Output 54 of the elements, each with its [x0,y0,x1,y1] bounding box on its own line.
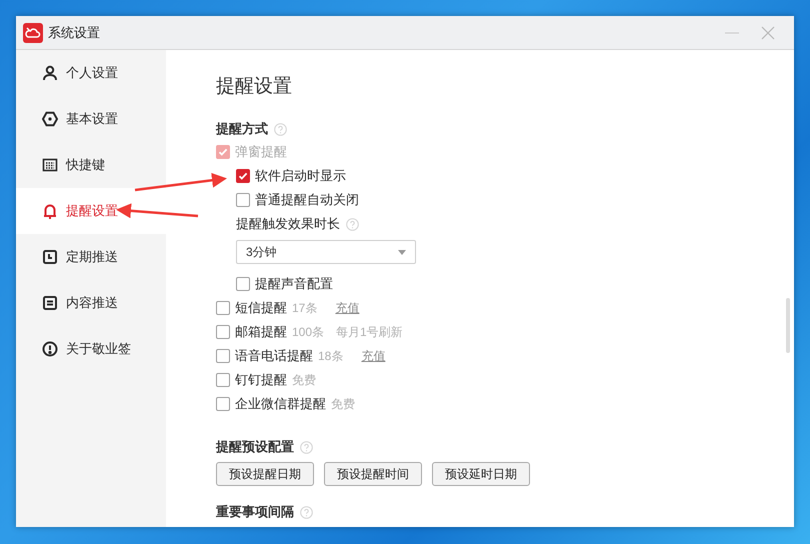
hexagon-icon [42,111,58,127]
window-title: 系统设置 [48,24,100,42]
sidebar-item[interactable]: 快捷键 [16,142,166,188]
checkbox-label: 语音电话提醒 [235,347,313,366]
document-icon [42,295,58,311]
section-title: 重要事项间隔 [216,503,294,522]
info-icon [42,341,58,357]
quota-text: 免费 [292,372,316,389]
checkbox[interactable] [216,301,230,315]
sidebar-item[interactable]: 定期推送 [16,234,166,280]
checkbox-label: 提醒声音配置 [255,275,333,294]
quota-text: 18条 [318,348,344,365]
checkbox[interactable] [216,349,230,363]
sidebar-item[interactable]: 提醒设置 [16,188,166,234]
help-icon[interactable] [300,506,313,518]
sidebar-item[interactable]: 内容推送 [16,280,166,326]
quota-text: 免费 [331,396,355,413]
clock-icon [42,249,58,265]
help-icon[interactable] [346,218,359,230]
help-icon[interactable] [274,122,287,136]
refresh-note: 每月1号刷新 [336,324,403,341]
caret-icon [398,250,406,254]
checkbox-label: 弹窗提醒 [235,143,287,162]
checkbox[interactable] [216,397,230,411]
check-icon [238,171,248,181]
duration-label: 提醒触发效果时长 [236,215,340,234]
sidebar-item[interactable]: 基本设置 [16,96,166,142]
minimize-icon[interactable] [725,32,739,34]
cloud-logo-icon [23,22,43,42]
preset-button[interactable]: 预设提醒时间 [324,462,422,486]
checkbox-label: 钉钉提醒 [235,371,287,390]
checkbox-label: 软件启动时显示 [255,167,346,186]
page-title: 提醒设置 [216,75,292,99]
section-title: 提醒预设配置 [216,438,294,456]
preset-button[interactable]: 预设提醒日期 [216,462,314,486]
help-icon[interactable] [300,440,313,454]
sidebar-item[interactable]: 个人设置 [16,50,166,96]
checkbox[interactable] [216,325,230,339]
preset-button[interactable]: 预设延时日期 [432,462,530,486]
checkbox-label: 邮箱提醒 [235,323,287,342]
section-title: 提醒方式 [216,120,268,138]
checkbox-label: 企业微信群提醒 [235,395,326,414]
close-icon[interactable] [761,26,775,40]
checkbox-label: 普通提醒自动关闭 [255,191,359,210]
checkbox[interactable] [216,373,230,387]
sidebar-item[interactable]: 关于敬业签 [16,326,166,372]
quota-text: 100条 [292,324,324,341]
quota-text: 17条 [292,300,318,317]
keyboard-icon [42,157,58,173]
check-icon [218,147,228,157]
scrollbar-thumb[interactable] [786,298,790,353]
person-icon [42,65,58,81]
checkbox-label: 短信提醒 [235,299,287,318]
bell-icon [42,203,58,219]
